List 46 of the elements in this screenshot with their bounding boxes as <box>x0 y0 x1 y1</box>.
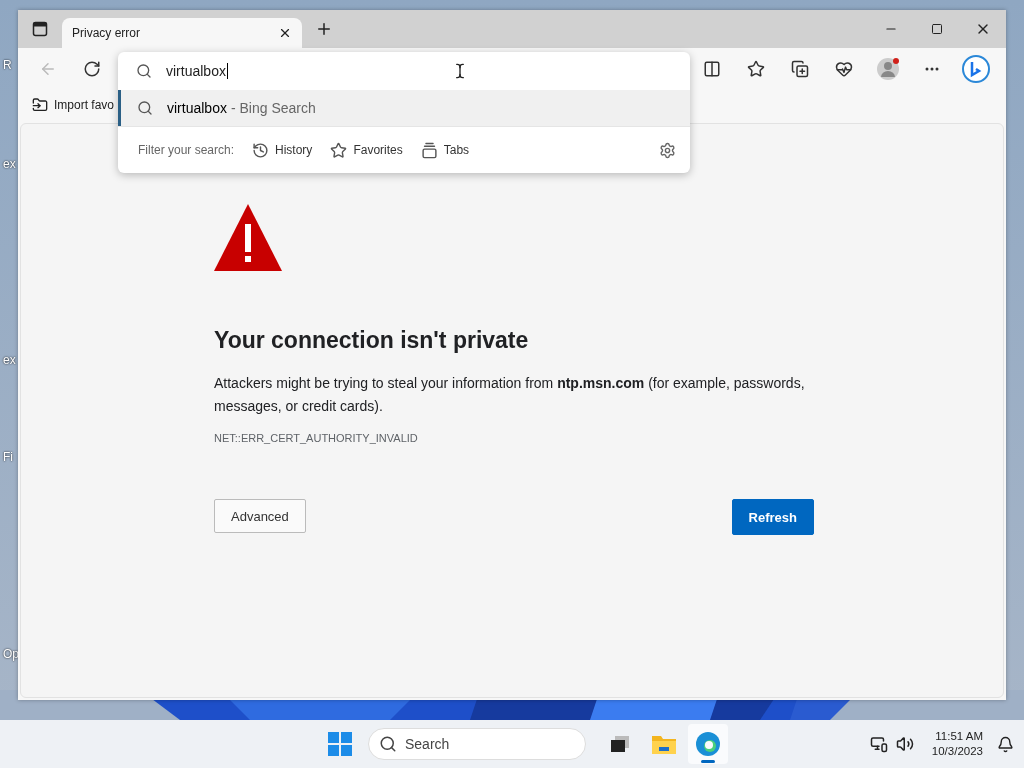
filter-label: Filter your search: <box>138 143 235 157</box>
error-message: Attackers might be trying to steal your information from ntp.msn.com (for example, passwords, messages, or credit cards). <box>214 374 806 416</box>
heart-pulse-icon <box>835 60 853 78</box>
settings-icon[interactable] <box>659 141 676 159</box>
taskbar-search-field[interactable]: Search <box>368 728 586 760</box>
notification-icon[interactable] <box>997 735 1014 753</box>
collections-icon <box>791 60 809 78</box>
filter-chip[interactable]: Tabs <box>420 141 470 159</box>
maximize-icon <box>931 23 943 35</box>
sidebar-panel-icon <box>32 21 48 37</box>
refresh-icon <box>83 60 101 78</box>
suggestion-source: - Bing Search <box>230 100 316 116</box>
plus-icon <box>315 20 333 38</box>
error-code: NET::ERR_CERT_AUTHORITY_INVALID <box>214 432 419 444</box>
window-stack-icon <box>609 734 631 754</box>
browser-logo-icon <box>695 731 721 757</box>
filter-chip[interactable]: History <box>252 141 313 159</box>
history-icon <box>252 141 270 159</box>
search-icon <box>136 63 152 79</box>
avatar-icon <box>876 57 900 81</box>
address-input[interactable]: virtualbox <box>166 63 228 79</box>
search-suggestion[interactable]: virtualbox - Bing Search <box>118 90 690 126</box>
advanced-button[interactable]: Advanced <box>214 499 306 533</box>
split-screen-icon <box>703 60 721 78</box>
search-icon <box>379 735 397 753</box>
tabs-icon <box>420 141 438 159</box>
star-icon <box>330 141 348 159</box>
star-icon <box>747 60 765 78</box>
favorites-bar-item[interactable]: Import favo <box>54 98 115 112</box>
suggestion-query: virtualbox <box>167 100 227 116</box>
close-tab-icon[interactable] <box>278 26 292 40</box>
windows-logo-icon <box>328 732 352 756</box>
import-folder-icon <box>32 97 48 113</box>
search-icon <box>137 100 153 116</box>
more-icon <box>925 67 939 71</box>
warning-icon <box>214 204 282 271</box>
folder-icon <box>651 733 677 755</box>
clock[interactable]: 11:51 AM 10/3/2023 <box>931 729 983 759</box>
filter-chip[interactable]: Favorites <box>330 141 403 159</box>
network-icon[interactable] <box>869 735 888 753</box>
error-heading: Your connection isn't private <box>214 327 530 354</box>
refresh-button[interactable]: Refresh <box>731 499 814 535</box>
tab-title: Privacy error <box>72 26 140 40</box>
chat-bubble-icon <box>961 54 991 84</box>
volume-icon[interactable] <box>895 735 914 753</box>
browser-tab[interactable]: Privacy error <box>62 18 302 48</box>
